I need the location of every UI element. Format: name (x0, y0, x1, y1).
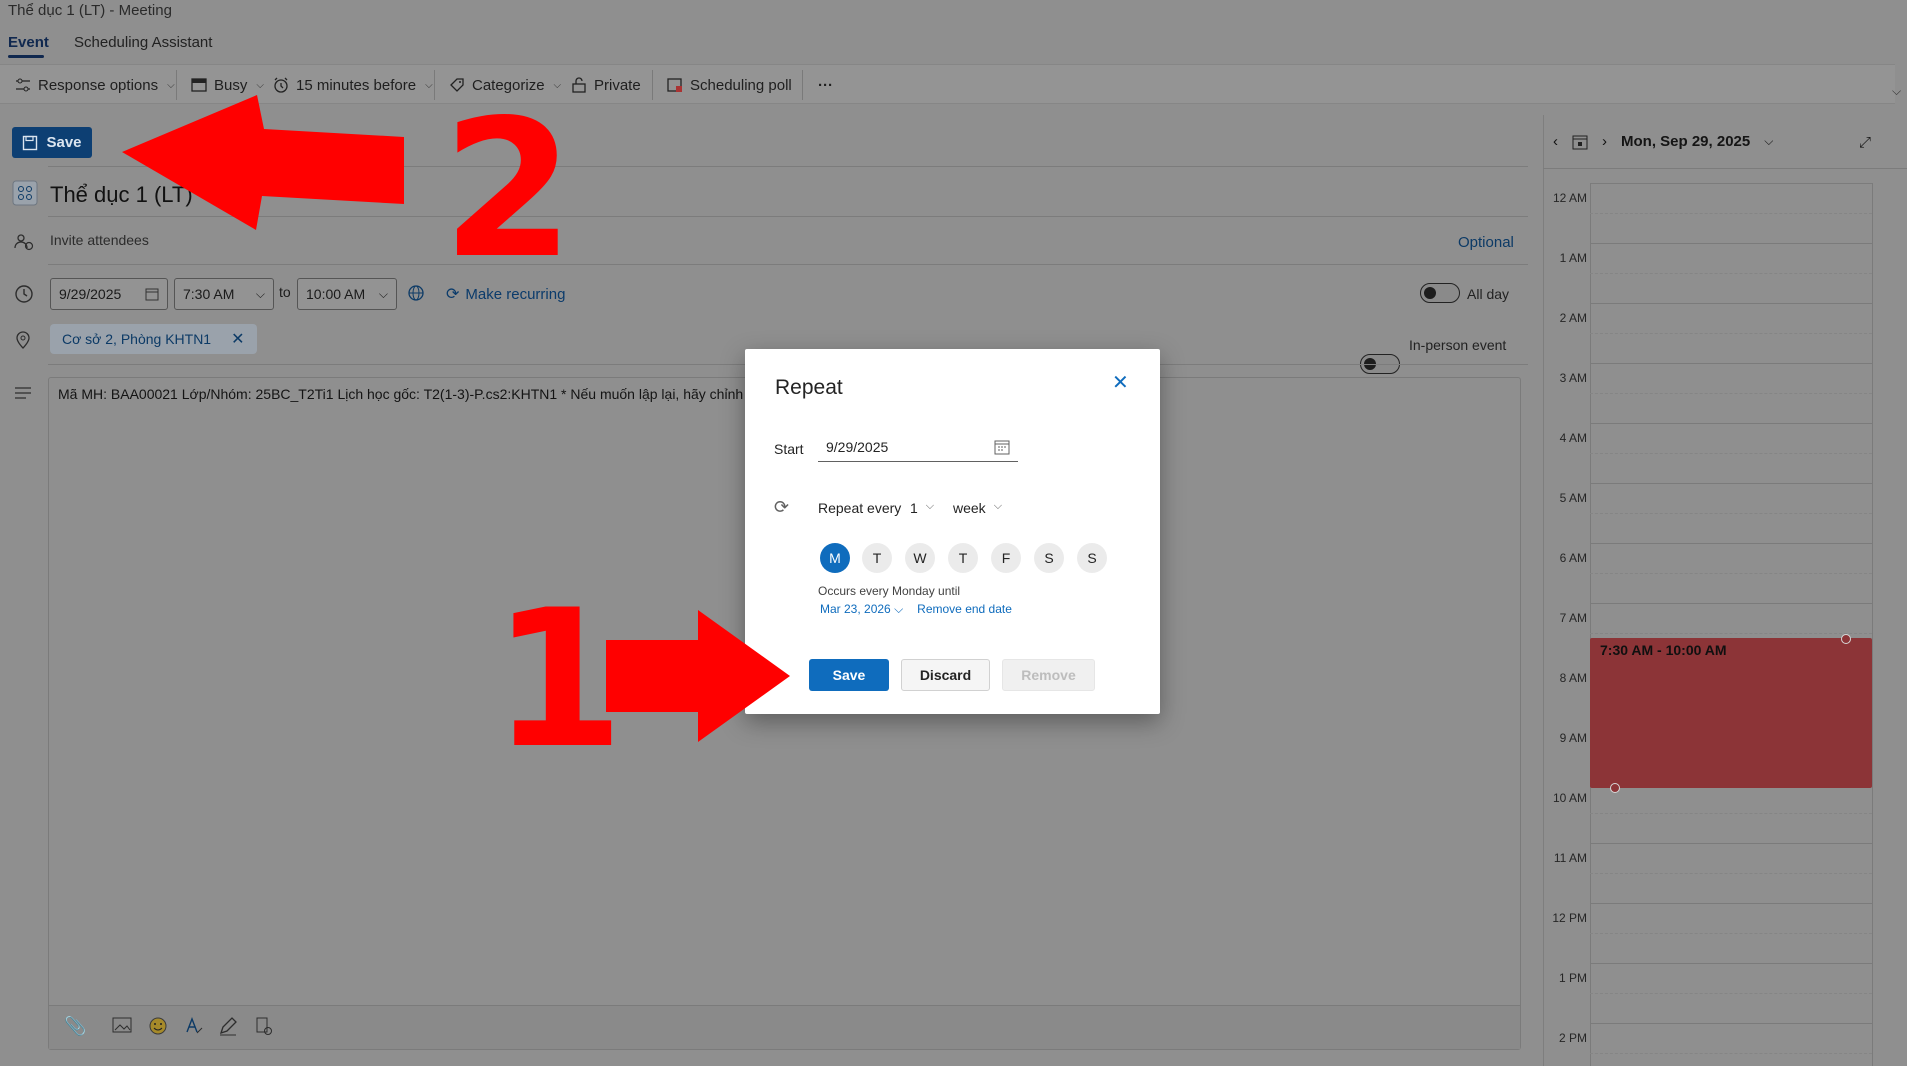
step-2-annotation: 2 (442, 79, 575, 300)
step-1-annotation: 1 (492, 569, 625, 790)
arrow-to-dialog-save-annotation (606, 610, 790, 742)
annotation-overlay (122, 95, 790, 742)
arrow-to-save-annotation (122, 95, 404, 230)
